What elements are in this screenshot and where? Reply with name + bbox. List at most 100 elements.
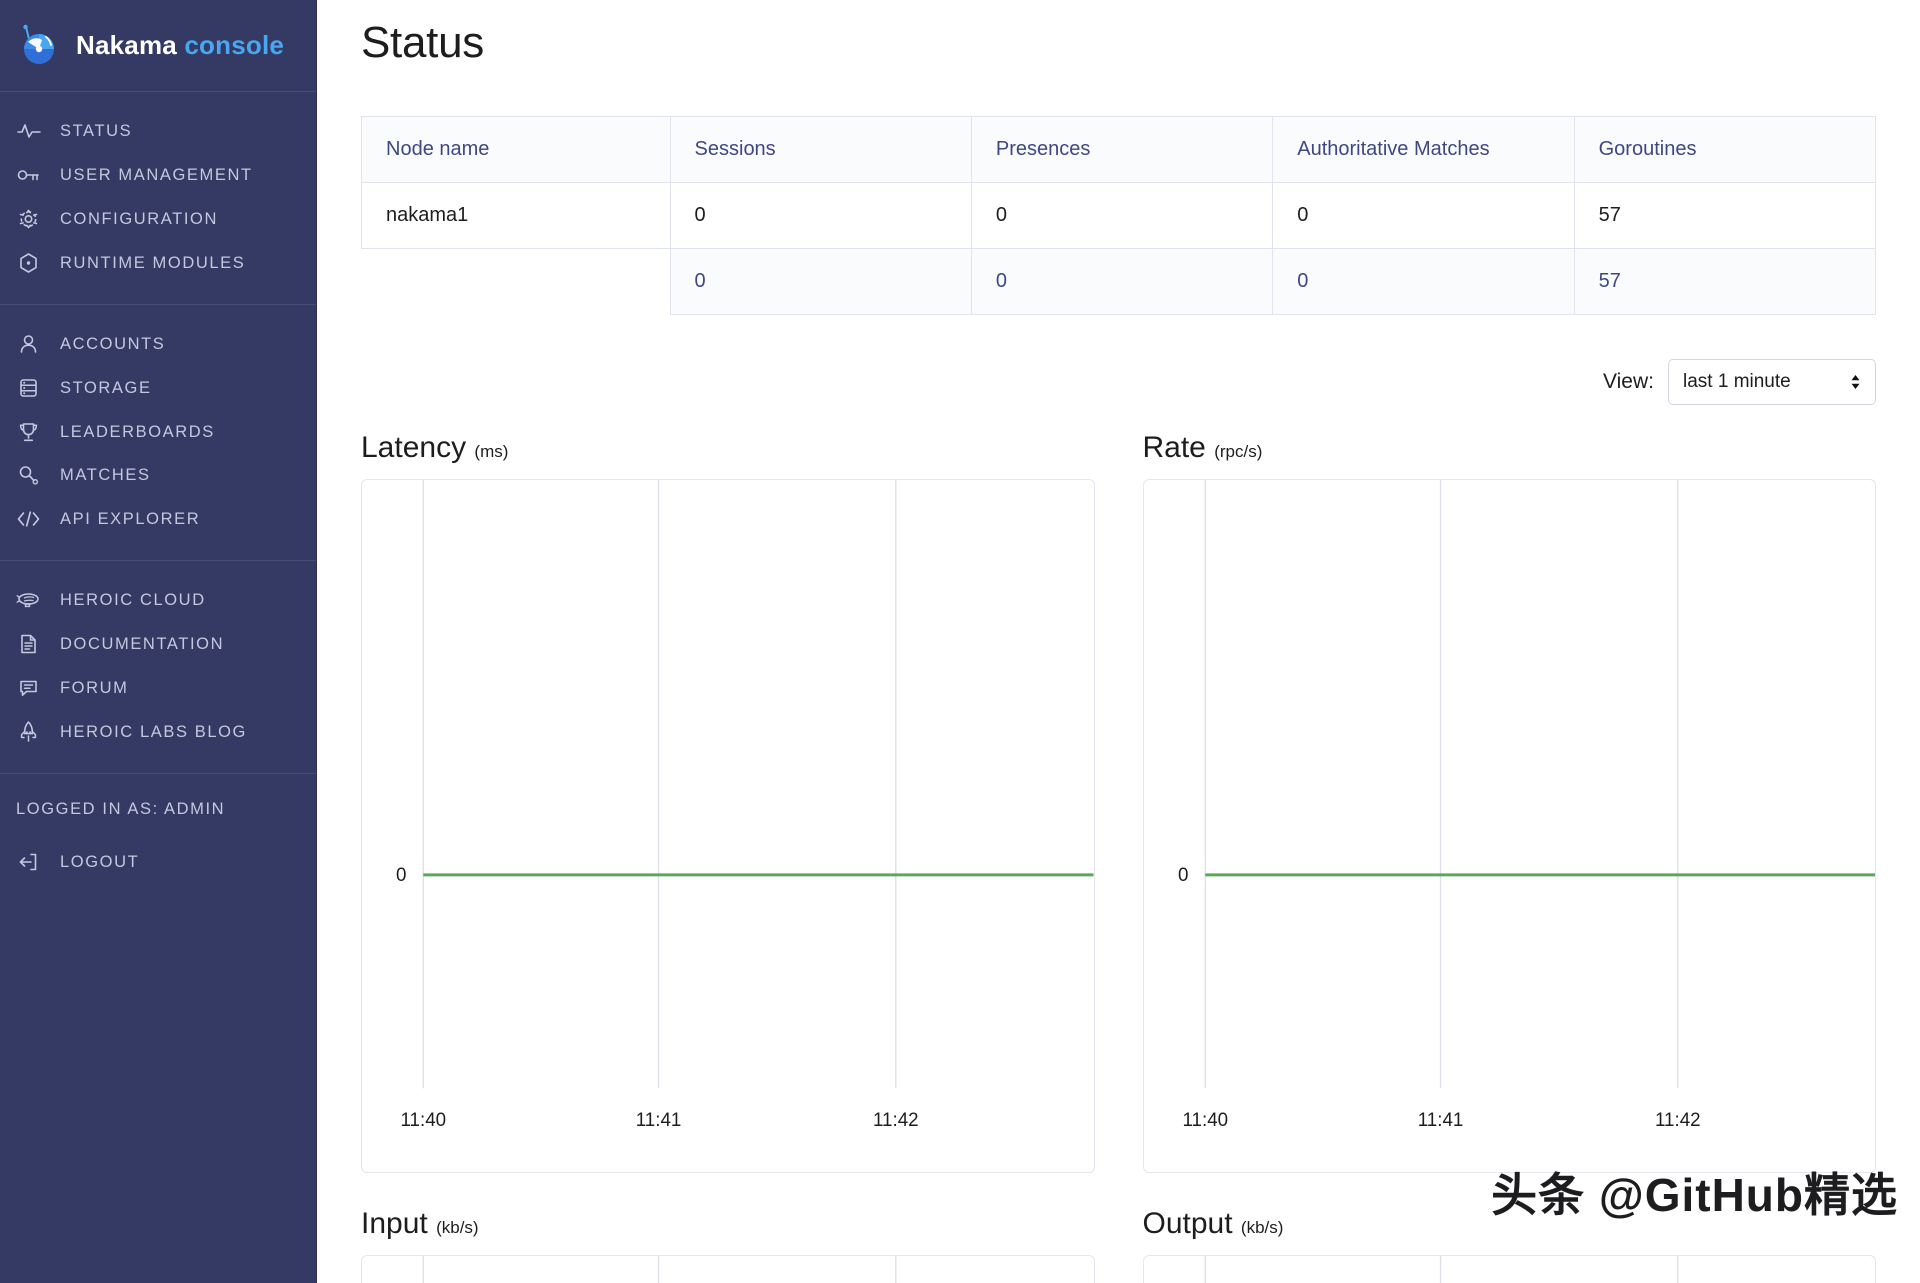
cell-sessions: 0 — [670, 183, 971, 249]
brand-title: Nakama console — [76, 30, 284, 61]
view-range-value: last 1 minute — [1683, 371, 1791, 393]
svg-text:0: 0 — [1178, 864, 1188, 885]
chart-title-text: Rate — [1143, 431, 1206, 464]
zeppelin-icon — [16, 588, 42, 612]
table-header-row: Node name Sessions Presences Authoritati… — [362, 117, 1876, 183]
cell-node-name: nakama1 — [362, 183, 671, 249]
logout-label: LOGOUT — [60, 851, 302, 875]
sidebar-item-label: API EXPLORER — [60, 508, 302, 532]
sidebar-account-section: LOGGED IN AS: ADMIN LOGOUT — [0, 774, 316, 893]
svg-text:11:42: 11:42 — [873, 1109, 919, 1130]
brand-name: Nakama — [76, 30, 177, 60]
view-range-select[interactable]: last 1 minute — [1668, 359, 1876, 405]
chart-plot-output — [1144, 1256, 1876, 1283]
document-icon — [16, 632, 42, 656]
sidebar-item-status[interactable]: STATUS — [0, 110, 316, 154]
sidebar-item-configuration[interactable]: CONFIGURATION — [0, 198, 316, 242]
code-brackets-icon — [16, 507, 42, 531]
app-root: Nakama console STATUS USER MANAGEMENT — [0, 0, 1920, 1283]
search-user-icon — [16, 463, 42, 487]
database-icon — [16, 376, 42, 400]
sidebar-item-label: DOCUMENTATION — [60, 633, 302, 657]
sidebar-item-label: USER MANAGEMENT — [60, 164, 302, 188]
cell-goroutines: 57 — [1574, 183, 1875, 249]
sidebar-item-label: STORAGE — [60, 377, 302, 401]
chart-title-latency: Latency (ms) — [361, 431, 1095, 465]
cell-total-authoritative-matches: 0 — [1273, 249, 1574, 315]
table-body: nakama1 0 0 0 57 0 0 0 57 — [362, 183, 1876, 315]
column-header-presences: Presences — [971, 117, 1272, 183]
chart-canvas-rate[interactable]: 0 11:40 11:41 11:42 — [1143, 479, 1877, 1173]
chart-plot-latency: 0 11:40 11:41 11:42 — [362, 480, 1094, 1172]
cell-presences: 0 — [971, 183, 1272, 249]
chart-unit: (ms) — [474, 442, 508, 461]
activity-pulse-icon — [16, 119, 42, 143]
sidebar-item-heroic-labs-blog[interactable]: HEROIC LABS BLOG — [0, 711, 316, 755]
sidebar-item-label: CONFIGURATION — [60, 208, 302, 232]
svg-text:11:40: 11:40 — [1182, 1109, 1228, 1130]
sidebar-item-label: LEADERBOARDS — [60, 421, 302, 445]
svg-text:0: 0 — [396, 864, 406, 885]
user-icon — [16, 332, 42, 356]
chart-unit: (kb/s) — [1241, 1218, 1284, 1237]
sidebar-item-runtime-modules[interactable]: RUNTIME MODULES — [0, 242, 316, 286]
sidebar-item-label: ACCOUNTS — [60, 333, 302, 357]
updown-spinner-icon — [1849, 372, 1862, 392]
trophy-icon — [16, 420, 42, 444]
sidebar: Nakama console STATUS USER MANAGEMENT — [0, 0, 317, 1283]
view-selector-bar: View: last 1 minute — [361, 359, 1876, 405]
sidebar-item-heroic-cloud[interactable]: HEROIC CLOUD — [0, 579, 316, 623]
chat-bubble-icon — [16, 676, 42, 700]
sidebar-item-label: STATUS — [60, 120, 302, 144]
svg-text:11:42: 11:42 — [1654, 1109, 1700, 1130]
chart-unit: (kb/s) — [436, 1218, 479, 1237]
sidebar-item-matches[interactable]: MATCHES — [0, 454, 316, 498]
rocket-icon — [16, 720, 42, 744]
table-header: Node name Sessions Presences Authoritati… — [362, 117, 1876, 183]
sidebar-item-user-management[interactable]: USER MANAGEMENT — [0, 154, 316, 198]
chart-title-text: Input — [361, 1207, 428, 1240]
chart-canvas-output[interactable] — [1143, 1255, 1877, 1283]
sidebar-item-label: FORUM — [60, 677, 302, 701]
sidebar-item-accounts[interactable]: ACCOUNTS — [0, 323, 316, 367]
sidebar-item-forum[interactable]: FORUM — [0, 667, 316, 711]
gear-icon — [16, 207, 42, 231]
sidebar-item-api-explorer[interactable]: API EXPLORER — [0, 498, 316, 542]
charts-grid: Latency (ms) 0 11:40 11:41 11:42 — [361, 431, 1876, 1283]
sidebar-group-data: ACCOUNTS STORAGE LEADERBOARDS MATCHES — [0, 305, 316, 562]
cell-total-node-name — [362, 249, 671, 315]
chart-input: Input (kb/s) — [361, 1207, 1095, 1283]
cell-total-presences: 0 — [971, 249, 1272, 315]
svg-text:11:41: 11:41 — [1417, 1109, 1463, 1130]
chart-canvas-latency[interactable]: 0 11:40 11:41 11:42 — [361, 479, 1095, 1173]
sidebar-item-documentation[interactable]: DOCUMENTATION — [0, 623, 316, 667]
table-total-row: 0 0 0 57 — [362, 249, 1876, 315]
hexagon-dot-icon — [16, 251, 42, 275]
sidebar-item-label: HEROIC CLOUD — [60, 589, 302, 613]
chart-title-input: Input (kb/s) — [361, 1207, 1095, 1241]
logout-arrow-icon — [16, 850, 42, 874]
sidebar-item-leaderboards[interactable]: LEADERBOARDS — [0, 411, 316, 455]
chart-title-text: Output — [1143, 1207, 1233, 1240]
chart-title-output: Output (kb/s) — [1143, 1207, 1877, 1241]
table-row[interactable]: nakama1 0 0 0 57 — [362, 183, 1876, 249]
column-header-goroutines: Goroutines — [1574, 117, 1875, 183]
chart-rate: Rate (rpc/s) 0 11:40 11:41 11:42 — [1143, 431, 1877, 1173]
chart-plot-rate: 0 11:40 11:41 11:42 — [1144, 480, 1876, 1172]
key-icon — [16, 163, 42, 187]
brand-header[interactable]: Nakama console — [0, 0, 316, 92]
chart-plot-input — [362, 1256, 1094, 1283]
chart-title-text: Latency — [361, 431, 466, 464]
svg-text:11:40: 11:40 — [400, 1109, 446, 1130]
sidebar-group-links: HEROIC CLOUD DOCUMENTATION FORUM HEROIC … — [0, 561, 316, 774]
sidebar-group-primary: STATUS USER MANAGEMENT CONFIGURATION RUN… — [0, 92, 316, 305]
chart-canvas-input[interactable] — [361, 1255, 1095, 1283]
sidebar-item-storage[interactable]: STORAGE — [0, 367, 316, 411]
page-title: Status — [361, 18, 1876, 68]
logout-button[interactable]: LOGOUT — [0, 841, 316, 885]
cell-total-goroutines: 57 — [1574, 249, 1875, 315]
brand-suffix: console — [184, 30, 284, 60]
status-table: Node name Sessions Presences Authoritati… — [361, 116, 1876, 315]
column-header-node-name: Node name — [362, 117, 671, 183]
column-header-sessions: Sessions — [670, 117, 971, 183]
